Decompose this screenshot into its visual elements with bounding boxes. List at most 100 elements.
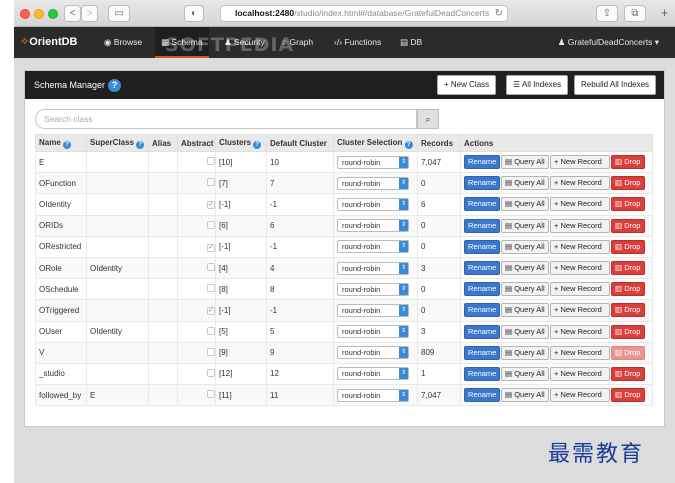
drop-button[interactable]: ▥ Drop xyxy=(611,218,645,233)
col-superclass[interactable]: SuperClass ? xyxy=(86,134,149,152)
drop-button[interactable]: ▥ Drop xyxy=(611,345,645,360)
new-record-button[interactable]: + New Record xyxy=(550,303,610,318)
drop-button[interactable]: ▥ Drop xyxy=(611,197,645,212)
sidebar-icon[interactable]: ▭ xyxy=(108,5,130,22)
query-all-button[interactable]: ▤ Query All xyxy=(501,197,549,212)
rename-button[interactable]: Rename xyxy=(464,345,500,360)
new-record-button[interactable]: + New Record xyxy=(550,261,610,276)
abstract-checkbox[interactable] xyxy=(207,326,215,335)
query-all-button[interactable]: ▤ Query All xyxy=(501,388,549,403)
orientdb-logo[interactable]: ✧OrientDB xyxy=(20,35,78,48)
new-record-button[interactable]: + New Record xyxy=(550,155,610,170)
drop-button[interactable]: ▥ Drop xyxy=(611,303,645,318)
cluster-selection-select[interactable]: round-robin ⇕ xyxy=(337,346,409,360)
col-name[interactable]: Name ? xyxy=(35,134,87,152)
back-button[interactable]: < xyxy=(64,5,81,22)
new-record-button[interactable]: + New Record xyxy=(550,345,610,360)
zoom-window-button[interactable] xyxy=(48,9,58,19)
col-records[interactable]: Records xyxy=(417,134,461,152)
user-menu[interactable]: ♟ GratefulDeadConcerts ▾ xyxy=(558,37,659,48)
rename-button[interactable]: Rename xyxy=(464,303,500,318)
rename-button[interactable]: Rename xyxy=(464,239,500,254)
query-all-button[interactable]: ▤ Query All xyxy=(501,366,549,381)
shield-icon[interactable]: ◐ xyxy=(184,5,204,22)
drop-button[interactable]: ▥ Drop xyxy=(611,388,645,403)
nav-functions[interactable]: ‹/› Functions xyxy=(334,37,381,47)
nav-browse[interactable]: ◉ Browse xyxy=(104,37,142,48)
drop-button[interactable]: ▥ Drop xyxy=(611,366,645,381)
rename-button[interactable]: Rename xyxy=(464,324,500,339)
abstract-checkbox[interactable] xyxy=(207,368,215,377)
new-record-button[interactable]: + New Record xyxy=(550,218,610,233)
new-record-button[interactable]: + New Record xyxy=(550,239,610,254)
query-all-button[interactable]: ▤ Query All xyxy=(501,239,549,254)
cluster-selection-select[interactable]: round-robin ⇕ xyxy=(337,240,409,254)
query-all-button[interactable]: ▤ Query All xyxy=(501,282,549,297)
query-all-button[interactable]: ▤ Query All xyxy=(501,155,549,170)
cluster-selection-select[interactable]: round-robin ⇕ xyxy=(337,261,409,275)
tabs-icon[interactable]: ⧉ xyxy=(624,5,646,22)
close-window-button[interactable] xyxy=(20,9,30,19)
drop-button[interactable]: ▥ Drop xyxy=(611,155,645,170)
abstract-checkbox[interactable] xyxy=(207,157,215,166)
new-record-button[interactable]: + New Record xyxy=(550,197,610,212)
rename-button[interactable]: Rename xyxy=(464,282,500,297)
col-default-cluster[interactable]: Default Cluster xyxy=(266,134,334,152)
query-all-button[interactable]: ▤ Query All xyxy=(501,261,549,276)
help-icon[interactable]: ? xyxy=(136,140,145,149)
cluster-selection-select[interactable]: round-robin ⇕ xyxy=(337,388,409,402)
rename-button[interactable]: Rename xyxy=(464,388,500,403)
rename-button[interactable]: Rename xyxy=(464,155,500,170)
query-all-button[interactable]: ▤ Query All xyxy=(501,345,549,360)
cluster-selection-select[interactable]: round-robin ⇕ xyxy=(337,367,409,381)
cluster-selection-select[interactable]: round-robin ⇕ xyxy=(337,155,409,169)
help-icon[interactable]: ? xyxy=(63,140,72,149)
share-icon[interactable]: ⇧ xyxy=(596,5,618,22)
query-all-button[interactable]: ▤ Query All xyxy=(501,218,549,233)
rename-button[interactable]: Rename xyxy=(464,176,500,191)
query-all-button[interactable]: ▤ Query All xyxy=(501,303,549,318)
abstract-checkbox[interactable]: ✓ xyxy=(207,201,215,210)
rename-button[interactable]: Rename xyxy=(464,366,500,381)
new-record-button[interactable]: + New Record xyxy=(550,176,610,191)
cluster-selection-select[interactable]: round-robin ⇕ xyxy=(337,176,409,190)
cluster-selection-select[interactable]: round-robin ⇕ xyxy=(337,303,409,317)
minimize-window-button[interactable] xyxy=(34,9,44,19)
search-input[interactable]: Search class xyxy=(35,109,417,129)
abstract-checkbox[interactable] xyxy=(207,347,215,356)
help-icon[interactable]: ? xyxy=(108,79,122,92)
new-class-button[interactable]: + New Class xyxy=(437,75,497,95)
drop-button[interactable]: ▥ Drop xyxy=(611,261,645,276)
help-icon[interactable]: ? xyxy=(404,140,413,149)
new-record-button[interactable]: + New Record xyxy=(550,324,610,339)
col-alias[interactable]: Alias xyxy=(148,134,178,152)
drop-button[interactable]: ▥ Drop xyxy=(611,282,645,297)
help-icon[interactable]: ? xyxy=(253,140,262,149)
query-all-button[interactable]: ▤ Query All xyxy=(501,324,549,339)
new-record-button[interactable]: + New Record xyxy=(550,388,610,403)
nav-db[interactable]: ▤ DB xyxy=(400,37,422,48)
cluster-selection-select[interactable]: round-robin ⇕ xyxy=(337,282,409,296)
abstract-checkbox[interactable] xyxy=(207,178,215,187)
col-cluster-selection[interactable]: Cluster Selection ? xyxy=(333,134,418,152)
forward-button[interactable]: > xyxy=(81,5,98,22)
query-all-button[interactable]: ▤ Query All xyxy=(501,176,549,191)
abstract-checkbox[interactable] xyxy=(207,390,215,399)
rebuild-indexes-button[interactable]: Rebuild All Indexes xyxy=(574,75,657,95)
search-icon[interactable]: ⌕ xyxy=(417,109,439,129)
abstract-checkbox[interactable] xyxy=(207,220,215,229)
abstract-checkbox[interactable] xyxy=(207,263,215,272)
abstract-checkbox[interactable] xyxy=(207,284,215,293)
address-bar[interactable]: localhost:2480/studio/index.html#/databa… xyxy=(220,5,508,22)
abstract-checkbox[interactable]: ✓ xyxy=(207,307,215,316)
all-indexes-button[interactable]: ☰ All Indexes xyxy=(506,75,569,95)
drop-button[interactable]: ▥ Drop xyxy=(611,176,645,191)
drop-button[interactable]: ▥ Drop xyxy=(611,324,645,339)
rename-button[interactable]: Rename xyxy=(464,218,500,233)
cluster-selection-select[interactable]: round-robin ⇕ xyxy=(337,219,409,233)
cluster-selection-select[interactable]: round-robin ⇕ xyxy=(337,325,409,339)
new-tab-icon[interactable]: + xyxy=(656,5,673,22)
new-record-button[interactable]: + New Record xyxy=(550,366,610,381)
cluster-selection-select[interactable]: round-robin ⇕ xyxy=(337,197,409,211)
rename-button[interactable]: Rename xyxy=(464,197,500,212)
